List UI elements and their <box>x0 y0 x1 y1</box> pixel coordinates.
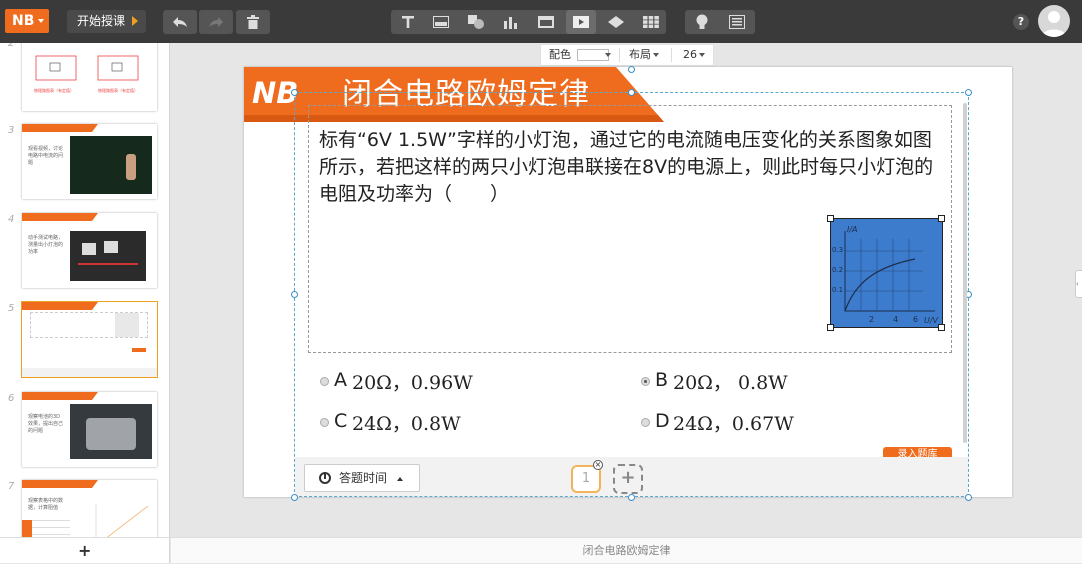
resize-handle[interactable] <box>291 89 298 96</box>
chart-icon <box>504 17 517 29</box>
color-scheme-label: 配色 <box>549 48 571 61</box>
user-icon <box>1042 11 1066 37</box>
chevron-down-icon <box>38 19 44 23</box>
battery-3d-image <box>70 404 152 459</box>
selection-outline <box>294 92 969 497</box>
question-box-thumbnail <box>30 312 148 338</box>
trash-icon <box>247 15 259 29</box>
table-icon <box>643 16 659 28</box>
slide-title-bar <box>22 480 98 488</box>
video-icon <box>573 16 589 28</box>
tips-button[interactable] <box>687 10 717 34</box>
shape-icon <box>468 15 484 29</box>
insert-eraser-button[interactable] <box>601 10 631 34</box>
slide-title-bar <box>22 124 98 132</box>
video-thumbnail <box>70 136 152 194</box>
chevron-down-icon <box>605 53 611 57</box>
chevron-down-icon <box>653 53 659 57</box>
slide-thumbnail-panel[interactable]: 2 物理路图表（有定值） 物理路图表（有定值） 3 观看视频，讨论电路中电流的问… <box>0 43 170 537</box>
play-icon <box>132 16 138 26</box>
rotate-handle[interactable] <box>628 66 635 73</box>
circuit-diagram-thumbnail <box>35 55 139 81</box>
slide-layout-icon <box>538 16 554 28</box>
insert-slide-button[interactable] <box>531 10 561 34</box>
slide-number: 2 <box>8 43 15 49</box>
slide-text: 观看视频，讨论电路中电流的问题 <box>28 146 64 166</box>
slide-thumbnail-3[interactable]: 观看视频，讨论电路中电流的问题 <box>22 124 157 199</box>
text-icon <box>402 16 414 28</box>
lightbulb-icon <box>696 14 708 29</box>
help-button[interactable]: ? <box>1013 14 1029 30</box>
format-bar: 配色 布局 26 <box>540 44 714 66</box>
slide-canvas[interactable]: NB 闭合电路欧姆定律 标有“6V 1.5W”字样的小灯泡，通过它的电流随电压变… <box>244 66 1012 501</box>
eraser-icon <box>608 16 624 28</box>
image-icon <box>433 16 449 28</box>
slide-thumbnail-7[interactable]: 观察表格中的数据，计算阻值 <box>22 480 157 537</box>
slide-title-bar <box>22 392 98 400</box>
slide-caption-a: 物理路图表（有定值） <box>34 88 74 93</box>
resize-handle[interactable] <box>965 494 972 501</box>
resize-handle[interactable] <box>628 89 635 96</box>
start-class-button[interactable]: 开始授课 <box>67 10 146 33</box>
font-size-value: 26 <box>683 48 697 61</box>
redo-button[interactable] <box>199 10 233 34</box>
layout-dropdown[interactable]: 布局 <box>629 45 659 65</box>
slide-thumbnail-6[interactable]: 观察电池的3D效果，提出自己的问题 <box>22 392 157 467</box>
slide-footer <box>22 368 157 377</box>
resize-handle[interactable] <box>628 494 635 501</box>
experiment-image <box>70 231 146 281</box>
slide-caption-b: 物理路图表（有定值） <box>98 88 138 93</box>
vertical-scrollbar[interactable] <box>963 103 967 443</box>
resize-handle[interactable] <box>965 89 972 96</box>
resize-handle[interactable] <box>291 291 298 298</box>
chevron-down-icon <box>699 53 705 57</box>
undo-button[interactable] <box>163 10 197 34</box>
insert-shape-button[interactable] <box>461 10 491 34</box>
slide-title-bar <box>22 213 98 221</box>
data-table-thumbnail <box>22 520 70 537</box>
insert-text-button[interactable] <box>393 10 423 34</box>
slide-title-bar <box>22 302 98 310</box>
slide-number: 6 <box>8 393 15 404</box>
footer-title: 闭合电路欧姆定律 <box>171 537 1082 563</box>
slide-number: 3 <box>8 125 15 136</box>
slide-thumbnail-5[interactable] <box>22 302 157 377</box>
insert-table-button[interactable] <box>636 10 666 34</box>
font-size-dropdown[interactable]: 26 <box>683 45 705 65</box>
collapse-panel-toggle[interactable]: ‹ <box>1075 270 1082 298</box>
app-logo-menu[interactable]: NB <box>5 9 49 33</box>
notes-button[interactable] <box>722 10 752 34</box>
slide-number: 7 <box>8 481 15 492</box>
slide-text: 动手测试电路，测量出小灯泡的功率 <box>28 235 64 255</box>
start-class-label: 开始授课 <box>77 14 126 28</box>
sidebar-footer: + <box>0 537 170 563</box>
resize-handle[interactable] <box>291 494 298 501</box>
slide-text: 观察表格中的数据，计算阻值 <box>28 498 64 511</box>
insert-chart-button[interactable] <box>496 10 526 34</box>
logo-text: NB <box>12 13 35 29</box>
slide-number: 5 <box>8 303 15 314</box>
top-toolbar: NB 开始授课 ? <box>0 0 1082 43</box>
avatar[interactable] <box>1038 5 1070 37</box>
delete-button[interactable] <box>236 10 270 34</box>
layout-label: 布局 <box>629 48 651 61</box>
insert-image-button[interactable] <box>426 10 456 34</box>
slide-thumbnail-4[interactable]: 动手测试电路，测量出小灯泡的功率 <box>22 213 157 288</box>
line-chart-thumbnail <box>95 504 149 537</box>
slide-tag <box>132 348 146 352</box>
undo-icon <box>173 17 187 27</box>
slide-number: 4 <box>8 214 15 225</box>
insert-video-button[interactable] <box>566 10 596 34</box>
notes-icon <box>729 15 745 29</box>
slide-thumbnail-2[interactable]: 物理路图表（有定值） 物理路图表（有定值） <box>22 43 157 111</box>
add-slide-button[interactable]: + <box>78 541 91 560</box>
redo-icon <box>209 17 223 27</box>
slide-text: 观察电池的3D效果，提出自己的问题 <box>28 414 64 434</box>
